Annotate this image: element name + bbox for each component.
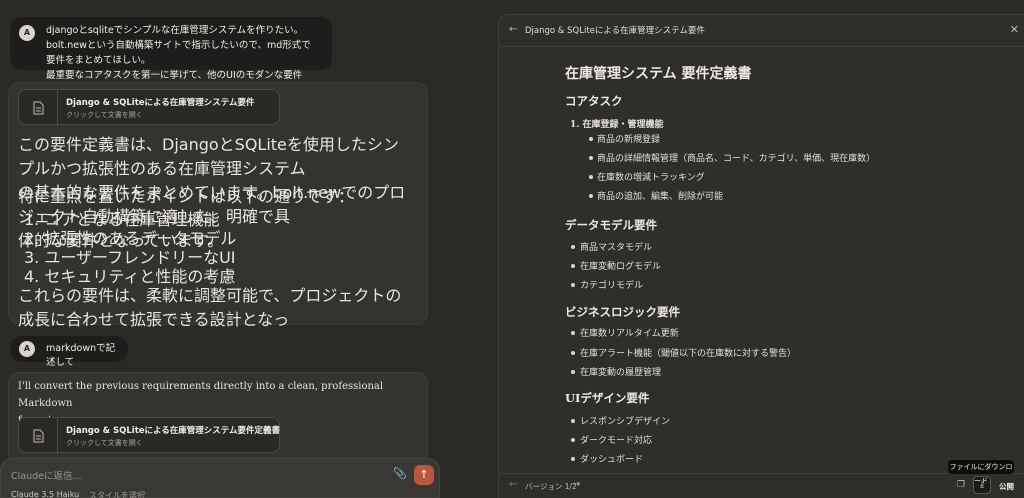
- bullet: [571, 370, 575, 374]
- reply-line: I'll convert the previous requirements d…: [18, 381, 384, 409]
- artifact-header: ← Django & SQLiteによる在庫管理システム要件 ✕: [499, 15, 1024, 47]
- list-item: 1. コアとなる在庫管理機能: [24, 210, 220, 229]
- next-version-icon[interactable]: →: [572, 479, 580, 490]
- artifact-header-title: Django & SQLiteによる在庫管理システム要件: [525, 26, 705, 36]
- user-message-2: A markdownで記述して: [10, 336, 128, 368]
- doc-list-item: レスポンシブデザイン: [580, 417, 671, 427]
- user-message-line: djangoとsqliteでシンプルな在庫管理システムを作りたい。: [46, 25, 304, 36]
- list-item: 2. 拡張性のあるデータモデル: [24, 229, 237, 248]
- previous-version-icon[interactable]: ←: [509, 479, 517, 490]
- reply-input-box[interactable]: Claudeに返信... 📎 ↑ Claude 3.5 Haiku スタイルを選…: [0, 458, 440, 498]
- artifact-title: Django & SQLiteによる在庫管理システム要件定義書: [66, 426, 281, 436]
- style-selector[interactable]: スタイルを選択: [89, 490, 145, 498]
- doc-list-item: 商品の詳細情報管理（商品名、コード、カテゴリ、単価、現在庫数）: [597, 154, 876, 164]
- user-message-line: bolt.newという自動構築サイトで指示したいので、md形式で要件をまとめてほ…: [46, 40, 311, 66]
- doc-list-item: 商品マスタモデル: [580, 243, 653, 253]
- artifact-card-2[interactable]: Django & SQLiteによる在庫管理システム要件定義書 クリックして文書…: [18, 417, 281, 454]
- user-avatar[interactable]: A: [19, 341, 35, 357]
- paperclip-icon[interactable]: 📎: [393, 467, 407, 480]
- bullet: [571, 457, 575, 461]
- document-icon: [33, 429, 44, 443]
- reply-line: これらの要件は、柔軟に調整可能で、プロジェクトの成長に合わせて拡張できる設計とな…: [18, 286, 402, 329]
- list-item: 4. セキュリティと性能の考慮: [24, 267, 236, 286]
- bullet: [571, 331, 575, 335]
- bullet: [571, 438, 575, 442]
- doc-heading-ui: UIデザイン要件: [565, 391, 650, 405]
- doc-title: 在庫管理システム 要件定義書: [565, 66, 752, 82]
- reply-paragraph-2: 特に重点を置いたポイントは以下の通りです：: [18, 187, 355, 206]
- user-message-1: A djangoとsqliteでシンプルな在庫管理システムを作りたい。 bolt…: [10, 17, 332, 96]
- artifact-footer: ← バージョン 1/2 → ❐ ⤓ 公開: [499, 473, 1024, 498]
- artifact-separator: [57, 90, 58, 126]
- doc-list-item: 在庫アラート機能（閾値以下の在庫数に対する警告）: [580, 349, 797, 359]
- bullet: [589, 137, 593, 141]
- reply-input-placeholder[interactable]: Claudeに返信...: [11, 468, 82, 482]
- send-button[interactable]: ↑: [414, 465, 434, 485]
- bullet: [571, 419, 575, 423]
- doc-list-item: 商品の追加、編集、削除が可能: [597, 192, 724, 202]
- doc-heading-business: ビジネスロジック要件: [565, 305, 680, 319]
- user-message-line: markdownで記述して: [46, 343, 116, 368]
- artifact-card-1[interactable]: Django & SQLiteによる在庫管理システム要件 クリックして文書を開く: [18, 89, 280, 126]
- doc-list-item: 商品の新規登録: [597, 135, 661, 145]
- doc-list-item: カテゴリモデル: [580, 281, 644, 291]
- chat-pane: A djangoとsqliteでシンプルな在庫管理システムを作りたい。 bolt…: [0, 0, 440, 498]
- publish-button[interactable]: 公開: [999, 481, 1014, 492]
- bullet: [589, 156, 593, 160]
- version-indicator: バージョン 1/2: [525, 482, 577, 491]
- copy-icon[interactable]: ❐: [957, 480, 965, 490]
- user-avatar[interactable]: A: [19, 25, 35, 41]
- artifact-subtitle: クリックして文書を開く: [66, 439, 143, 447]
- doc-list-item: ダッシュボード: [580, 455, 644, 465]
- bullet: [589, 175, 593, 179]
- document-icon: [33, 101, 44, 115]
- doc-list-item: 在庫変動の履歴管理: [580, 368, 662, 378]
- back-arrow-icon[interactable]: ←: [509, 24, 517, 35]
- bullet: [571, 351, 575, 355]
- bullet: [571, 283, 575, 287]
- artifact-title: Django & SQLiteによる在庫管理システム要件: [66, 98, 255, 108]
- artifact-separator: [57, 418, 58, 454]
- close-icon[interactable]: ✕: [1010, 23, 1019, 36]
- list-item: 3. ユーザーフレンドリーなUI: [24, 248, 236, 267]
- reply-line: この要件定義書は、DjangoとSQLiteを使用したシンプルかつ拡張性のある在…: [18, 135, 399, 178]
- bullet: [571, 245, 575, 249]
- doc-core-item: 1. 在庫登録・管理機能: [570, 120, 664, 130]
- bullet: [571, 264, 575, 268]
- doc-heading-model: データモデル要件: [565, 218, 657, 232]
- doc-heading-core: コアタスク: [565, 94, 623, 108]
- doc-list-item: 在庫変動ログモデル: [580, 262, 662, 272]
- doc-list-item: 在庫数の増減トラッキング: [597, 173, 705, 183]
- bullet: [589, 194, 593, 198]
- doc-list-item: ダークモード対応: [580, 436, 653, 446]
- doc-list-item: 在庫数リアルタイム更新: [580, 329, 679, 339]
- download-tooltip: ファイルにダウンロード: [948, 460, 1014, 485]
- artifact-panel: ← Django & SQLiteによる在庫管理システム要件 ✕ 在庫管理システ…: [498, 14, 1024, 498]
- model-selector[interactable]: Claude 3.5 Haiku: [11, 490, 79, 498]
- artifact-subtitle: クリックして文書を開く: [66, 111, 143, 119]
- reply-points-list: 1. コアとなる在庫管理機能 2. 拡張性のあるデータモデル 3. ユーザーフレ…: [24, 206, 237, 286]
